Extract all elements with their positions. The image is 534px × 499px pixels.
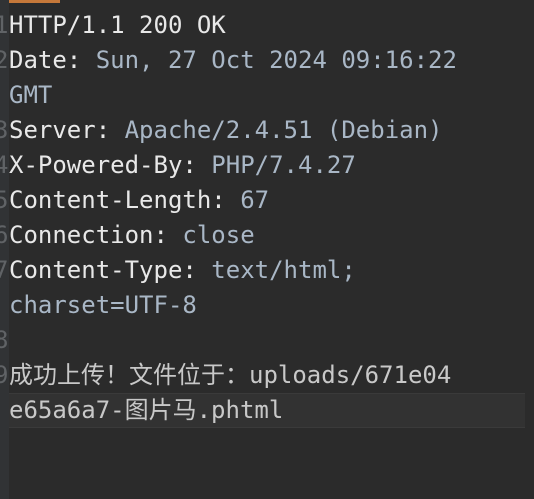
line-number: 7	[0, 256, 9, 284]
line-number: 8	[0, 326, 9, 354]
line-number: 6	[0, 221, 9, 249]
header-value: 67	[225, 186, 270, 214]
header-line-connection[interactable]: Connection: close	[9, 218, 534, 253]
header-line-date-wrap[interactable]: GMT	[9, 78, 534, 113]
blank-line[interactable]	[9, 323, 534, 358]
header-key: Connection:	[9, 221, 168, 249]
header-key: Content-Type:	[9, 256, 197, 284]
header-value: close	[167, 221, 255, 249]
header-value: Apache/2.4.51 (Debian)	[110, 116, 443, 144]
header-key: Date:	[9, 46, 82, 74]
line-number: 2	[0, 46, 9, 74]
status-line[interactable]: HTTP/1.1 200 OK	[9, 8, 534, 43]
line-number-gutter: 1 2 3 4 5 6 7 8 9	[0, 0, 9, 499]
header-line-content-type[interactable]: Content-Type: text/html;	[9, 253, 534, 288]
header-line-content-length[interactable]: Content-Length: 67	[9, 183, 534, 218]
header-value: Sun, 27 Oct 2024 09:16:22	[81, 46, 457, 74]
line-number: 3	[0, 116, 9, 144]
header-key: X-Powered-By:	[9, 151, 197, 179]
header-line-content-type-wrap[interactable]: charset=UTF-8	[9, 288, 534, 323]
header-value-wrap: charset=UTF-8	[9, 291, 197, 319]
line-number: 4	[0, 151, 9, 179]
header-line-date[interactable]: Date: Sun, 27 Oct 2024 09:16:22	[9, 43, 534, 78]
body-line-1[interactable]: 成功上传！文件位于：uploads/671e04	[9, 358, 534, 393]
header-key: Content-Length:	[9, 186, 226, 214]
header-value-wrap: GMT	[9, 81, 53, 109]
header-value: text/html;	[196, 256, 356, 284]
response-editor[interactable]: HTTP/1.1 200 OK Date: Sun, 27 Oct 2024 0…	[9, 8, 534, 428]
line-number: 5	[0, 186, 9, 214]
line-number: 9	[0, 361, 9, 389]
header-value: PHP/7.4.27	[196, 151, 356, 179]
header-key: Server:	[9, 116, 111, 144]
header-line-powered-by[interactable]: X-Powered-By: PHP/7.4.27	[9, 148, 534, 183]
body-line-2-current[interactable]: e65a6a7-图片马.phtml	[9, 393, 525, 428]
header-line-server[interactable]: Server: Apache/2.4.51 (Debian)	[9, 113, 534, 148]
tab-accent	[0, 0, 60, 3]
line-number: 1	[0, 11, 9, 39]
